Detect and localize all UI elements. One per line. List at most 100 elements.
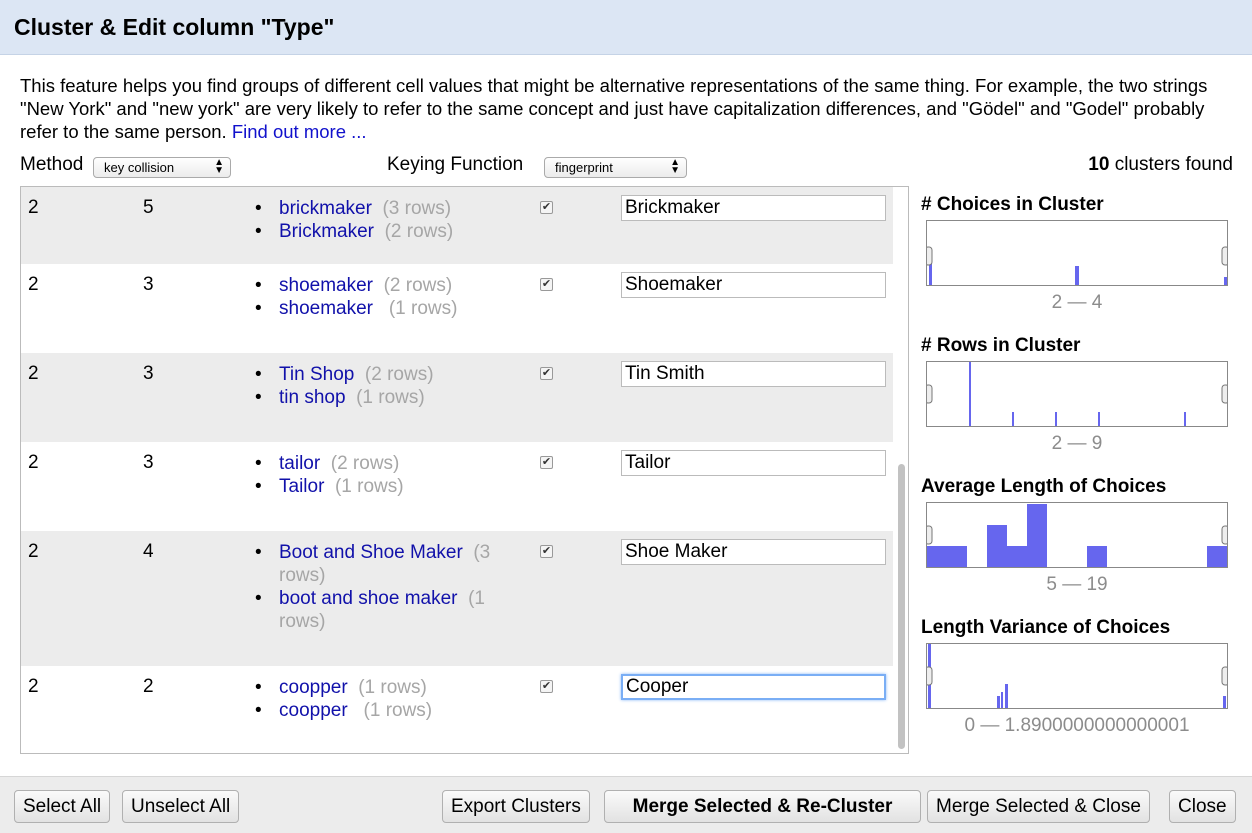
merge-checkbox[interactable]: ✔ <box>540 201 553 214</box>
merge-recluster-button[interactable]: Merge Selected & Re-Cluster <box>604 790 921 823</box>
new-cell-value-input[interactable] <box>621 361 886 387</box>
new-cell-value-input[interactable] <box>621 272 886 298</box>
scrollbar-thumb[interactable] <box>898 464 905 749</box>
table-scrollbar[interactable] <box>895 187 908 753</box>
histogram-bar <box>1001 692 1003 708</box>
choice-value-link[interactable]: tin shop <box>279 387 346 408</box>
table-row: 2 4 Boot and Shoe Maker (3 rows)boot and s… <box>21 531 893 666</box>
clusters-found-count: 10 <box>1088 154 1110 175</box>
choice-row-count: (1 rows) <box>388 298 458 319</box>
histogram[interactable] <box>926 220 1228 286</box>
facet-range: 0 — 1.8900000000000001 <box>964 715 1190 736</box>
choice-item: Brickmaker (2 rows) <box>253 220 515 243</box>
slider-handle-right[interactable] <box>1221 666 1227 686</box>
choice-value-link[interactable]: shoemaker <box>279 298 378 319</box>
histogram-bar <box>927 546 967 567</box>
histogram-bar <box>1207 546 1227 567</box>
slider-handle-left[interactable] <box>927 666 933 686</box>
new-cell-value-input[interactable] <box>621 195 886 221</box>
choice-item: tailor (2 rows) <box>253 452 515 475</box>
histogram[interactable] <box>926 361 1228 427</box>
choice-value-link[interactable]: brickmaker <box>279 198 372 219</box>
choice-item: boot and shoe maker (1 rows) <box>253 587 515 633</box>
cluster-row-count: 3 <box>143 363 154 384</box>
new-cell-value-input[interactable] <box>621 539 886 565</box>
keying-function-select[interactable]: fingerprint ▲ ▼ <box>544 157 687 178</box>
find-out-more-link[interactable]: Find out more ... <box>232 121 367 142</box>
facet-length-variance: Length Variance of Choices 0 — 1.8900000… <box>921 617 1241 736</box>
cluster-row-count: 2 <box>143 676 154 697</box>
keying-function-label: Keying Function <box>387 154 524 175</box>
new-cell-value-input[interactable] <box>621 674 886 700</box>
cluster-row-count: 5 <box>143 197 154 218</box>
histogram-bar <box>1027 504 1047 567</box>
facet-range: 2 — 9 <box>1051 433 1103 454</box>
unselect-all-button[interactable]: Unselect All <box>122 790 240 823</box>
clusters-table[interactable]: 2 5 brickmaker (3 rows)Brickmaker (2 rows)… <box>20 186 909 754</box>
slider-handle-right[interactable] <box>1221 384 1227 404</box>
method-label: Method <box>20 154 84 175</box>
cluster-choices: Boot and Shoe Maker (3 rows)boot and sho… <box>253 541 515 633</box>
choice-row-count: (1 rows) <box>334 476 404 497</box>
facet-range: 2 — 4 <box>1051 292 1103 313</box>
choice-value-link[interactable]: Boot and Shoe Maker <box>279 542 463 563</box>
new-cell-value-input[interactable] <box>621 450 886 476</box>
histogram-bar <box>1005 684 1008 708</box>
dialog-title: Cluster & Edit column "Type" <box>14 14 335 40</box>
merge-checkbox[interactable]: ✔ <box>540 545 553 558</box>
histogram[interactable] <box>926 643 1228 709</box>
choice-row-count: (2 rows) <box>330 453 400 474</box>
histogram-bar <box>1055 412 1057 426</box>
cluster-size: 2 <box>28 363 39 384</box>
table-row: 23tailor (2 rows)Tailor (1 rows)✔ <box>21 442 893 531</box>
choice-value-link[interactable]: Brickmaker <box>279 221 374 242</box>
histogram-bar <box>1184 412 1186 426</box>
merge-checkbox[interactable]: ✔ <box>540 680 553 693</box>
histogram-bar <box>987 525 1007 567</box>
dialog-titlebar: Cluster & Edit column "Type" <box>0 0 1252 55</box>
merge-checkbox[interactable]: ✔ <box>540 367 553 380</box>
histogram-bar <box>997 696 1000 708</box>
choice-value-link[interactable]: boot and shoe maker <box>279 588 458 609</box>
slider-handle-right[interactable] <box>1221 246 1227 266</box>
histogram-chart <box>927 504 1227 567</box>
merge-close-button[interactable]: Merge Selected & Close <box>927 790 1150 823</box>
cluster-choices: coopper (1 rows)coopper (1 rows) <box>253 676 515 722</box>
slider-handle-left[interactable] <box>927 384 933 404</box>
merge-checkbox[interactable]: ✔ <box>540 456 553 469</box>
facet-choices-in-cluster: # Choices in Cluster 2 — 4 <box>921 194 1241 313</box>
table-row: 25brickmaker (3 rows)Brickmaker (2 rows)… <box>21 187 893 264</box>
close-button[interactable]: Close <box>1169 790 1236 823</box>
choice-value-link[interactable]: shoemaker <box>279 275 373 296</box>
facet-average-length: Average Length of Choices 5 — 19 <box>921 476 1241 595</box>
slider-handle-left[interactable] <box>927 246 933 266</box>
select-arrows-icon: ▲ ▼ <box>214 157 224 176</box>
choice-row-count: (2 rows) <box>384 221 454 242</box>
slider-handle-left[interactable] <box>927 525 933 545</box>
choice-row-count: (1 rows) <box>356 387 425 408</box>
choice-item: Tin Shop (2 rows) <box>253 363 515 386</box>
choice-value-link[interactable]: Tin Shop <box>279 364 354 385</box>
method-select[interactable]: key collision ▲ ▼ <box>93 157 231 178</box>
choice-value-link[interactable]: tailor <box>279 453 320 474</box>
choice-item: shoemaker (2 rows) <box>253 274 515 297</box>
facet-title: Length Variance of Choices <box>921 617 1171 638</box>
merge-checkbox[interactable]: ✔ <box>540 278 553 291</box>
choice-row-count: (1 rows) <box>358 677 427 698</box>
choice-value-link[interactable]: coopper <box>279 700 353 721</box>
choice-item: coopper (1 rows) <box>253 676 515 699</box>
choice-value-link[interactable]: coopper <box>279 677 348 698</box>
clusters-found-text: clusters found <box>1109 154 1233 175</box>
choice-item: Tailor (1 rows) <box>253 475 515 498</box>
export-clusters-button[interactable]: Export Clusters <box>442 790 590 823</box>
facet-range: 5 — 19 <box>1046 574 1108 595</box>
facet-title: # Rows in Cluster <box>921 335 1081 356</box>
cluster-size: 2 <box>28 274 39 295</box>
choice-item: shoemaker (1 rows) <box>253 297 515 320</box>
choice-value-link[interactable]: Tailor <box>279 476 324 497</box>
slider-handle-right[interactable] <box>1221 525 1227 545</box>
histogram[interactable] <box>926 502 1228 568</box>
select-all-button[interactable]: Select All <box>14 790 111 823</box>
select-arrows-icon: ▲ ▼ <box>670 157 680 176</box>
choice-item: brickmaker (3 rows) <box>253 197 515 220</box>
